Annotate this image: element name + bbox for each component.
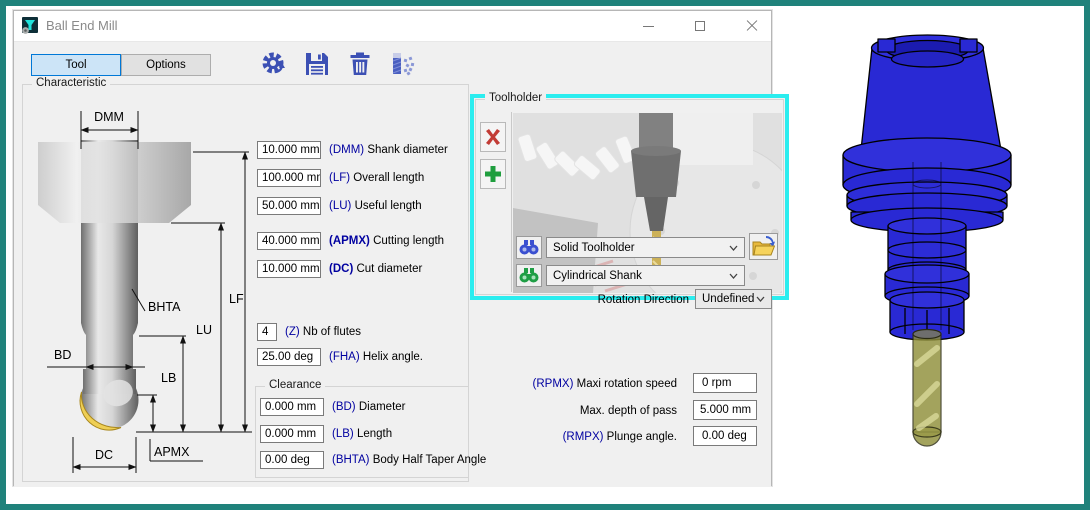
label-clearance-length: Length [357,428,392,440]
toolholder-type-dropdown[interactable]: Solid Toolholder [546,237,745,258]
save-icon [304,51,330,77]
dialog-body: Tool Options [14,41,771,487]
trash-icon [347,51,373,77]
clearance-length-input[interactable]: 0.000 mm [260,425,324,443]
cut-diameter-input[interactable]: 10.000 mm [257,260,321,278]
overall-length-input[interactable]: 100.000 mm [257,169,321,187]
code-rpmx: (RPMX) [533,378,574,390]
code-apmx: (APMX) [329,235,370,247]
save-button[interactable] [303,50,331,78]
label-clearance-diameter: Diameter [359,401,406,413]
minimize-button[interactable] [637,15,659,37]
label-body-half-taper-angle: Body Half Taper Angle [373,454,487,466]
shank-type-dropdown[interactable]: Cylindrical Shank [546,265,745,286]
toolholder-group: Toolholder [475,99,784,295]
code-bd: (BD) [332,401,356,413]
app-icon [21,17,39,35]
clearance-diameter-input[interactable]: 0.000 mm [260,398,324,416]
label-shank-diameter: Shank diameter [367,144,448,156]
code-dc: (DC) [329,263,353,275]
diagram-label-lu: LU [196,323,212,337]
label-helix-angle: Helix angle. [363,351,423,363]
label-flutes: Nb of flutes [303,326,361,338]
code-rmpx: (RMPX) [563,431,604,443]
characteristic-group: Characteristic [22,84,469,482]
tool-export-icon [390,51,416,77]
toolholder-highlight: Toolholder [470,94,789,300]
clearance-legend: Clearance [265,379,325,391]
shank-diameter-input[interactable]: 10.000 mm [257,141,321,159]
toolholder-3d-view[interactable] [795,12,1085,492]
code-lf: (LF) [329,172,350,184]
open-folder-icon [752,236,775,257]
maximize-icon [695,21,705,31]
toolholder-add-button[interactable] [480,159,506,189]
shank-type-value: Cylindrical Shank [553,270,729,282]
label-cutting-length: Cutting length [373,235,444,247]
max-rotation-speed-input[interactable]: 0 rpm [693,373,757,393]
diagram-label-dc: DC [95,448,113,462]
diagram-label-bd: BD [54,348,71,362]
rotation-direction-value: Undefined [702,293,756,305]
green-plus-icon [483,164,503,184]
label-cut-diameter: Cut diameter [356,263,422,275]
binoculars-green-icon [519,268,539,283]
delete-button[interactable] [346,50,374,78]
tool-export-button[interactable] [389,50,417,78]
tab-options[interactable]: Options [121,54,211,76]
maximize-button[interactable] [689,15,711,37]
chevron-down-icon [729,273,738,279]
code-lu: (LU) [329,200,351,212]
code-z: (Z) [285,326,300,338]
tool-diagram: DMM LF LU LB [33,99,263,477]
max-depth-of-pass-input[interactable]: 5.000 mm [693,400,757,420]
diagram-label-lb: LB [161,371,176,385]
diagram-label-lf: LF [229,292,244,306]
label-overall-length: Overall length [353,172,424,184]
toolholder-type-value: Solid Toolholder [553,242,729,254]
toolholder-legend: Toolholder [485,92,546,104]
label-max-rotation-speed: Maxi rotation speed [577,378,677,390]
browse-shank-button[interactable] [516,264,542,287]
title-bar[interactable]: Ball End Mill [14,11,771,41]
open-toolholder-file-button[interactable] [749,233,778,260]
rotation-direction-dropdown[interactable]: Undefined [695,289,772,309]
gear-refresh-icon [261,51,287,77]
window-title: Ball End Mill [46,11,118,41]
label-max-depth-of-pass: Max. depth of pass [580,405,677,417]
toolbar [260,50,417,78]
helix-angle-input[interactable]: 25.00 deg [257,348,321,366]
browse-toolholder-button[interactable] [516,236,542,259]
diagram-label-bhta: BHTA [148,300,181,314]
label-useful-length: Useful length [355,200,422,212]
body-half-taper-angle-input[interactable]: 0.00 deg [260,451,324,469]
diagram-label-dmm: DMM [94,110,124,124]
chevron-down-icon [756,296,765,302]
tab-tool[interactable]: Tool [31,54,121,76]
code-lb: (LB) [332,428,354,440]
close-icon [746,20,758,32]
characteristic-legend: Characteristic [32,77,110,89]
code-bhta: (BHTA) [332,454,369,466]
minimize-icon [643,26,654,27]
red-x-icon [483,127,503,147]
cutting-length-input[interactable]: 40.000 mm [257,232,321,250]
flutes-input[interactable]: 4 [257,323,277,341]
diagram-label-apmx: APMX [154,445,190,459]
useful-length-input[interactable]: 50.000 mm [257,197,321,215]
label-plunge-angle: Plunge angle. [607,431,677,443]
clearance-group: Clearance 0.000 mm (BD) Diameter 0.000 m… [255,386,469,478]
close-button[interactable] [741,15,763,37]
rotation-direction-label: Rotation Direction [541,291,689,310]
ball-end-mill-dialog: Ball End Mill Tool Options [13,10,772,486]
screenshot-root: Ball End Mill Tool Options [0,0,1090,510]
regenerate-button[interactable] [260,50,288,78]
code-fha: (FHA) [329,351,360,363]
binoculars-blue-icon [519,240,539,255]
toolholder-delete-button[interactable] [480,122,506,152]
code-dmm: (DMM) [329,144,364,156]
chevron-down-icon [729,245,738,251]
plunge-angle-input[interactable]: 0.00 deg [693,426,757,446]
toolholder-separator [511,112,512,292]
